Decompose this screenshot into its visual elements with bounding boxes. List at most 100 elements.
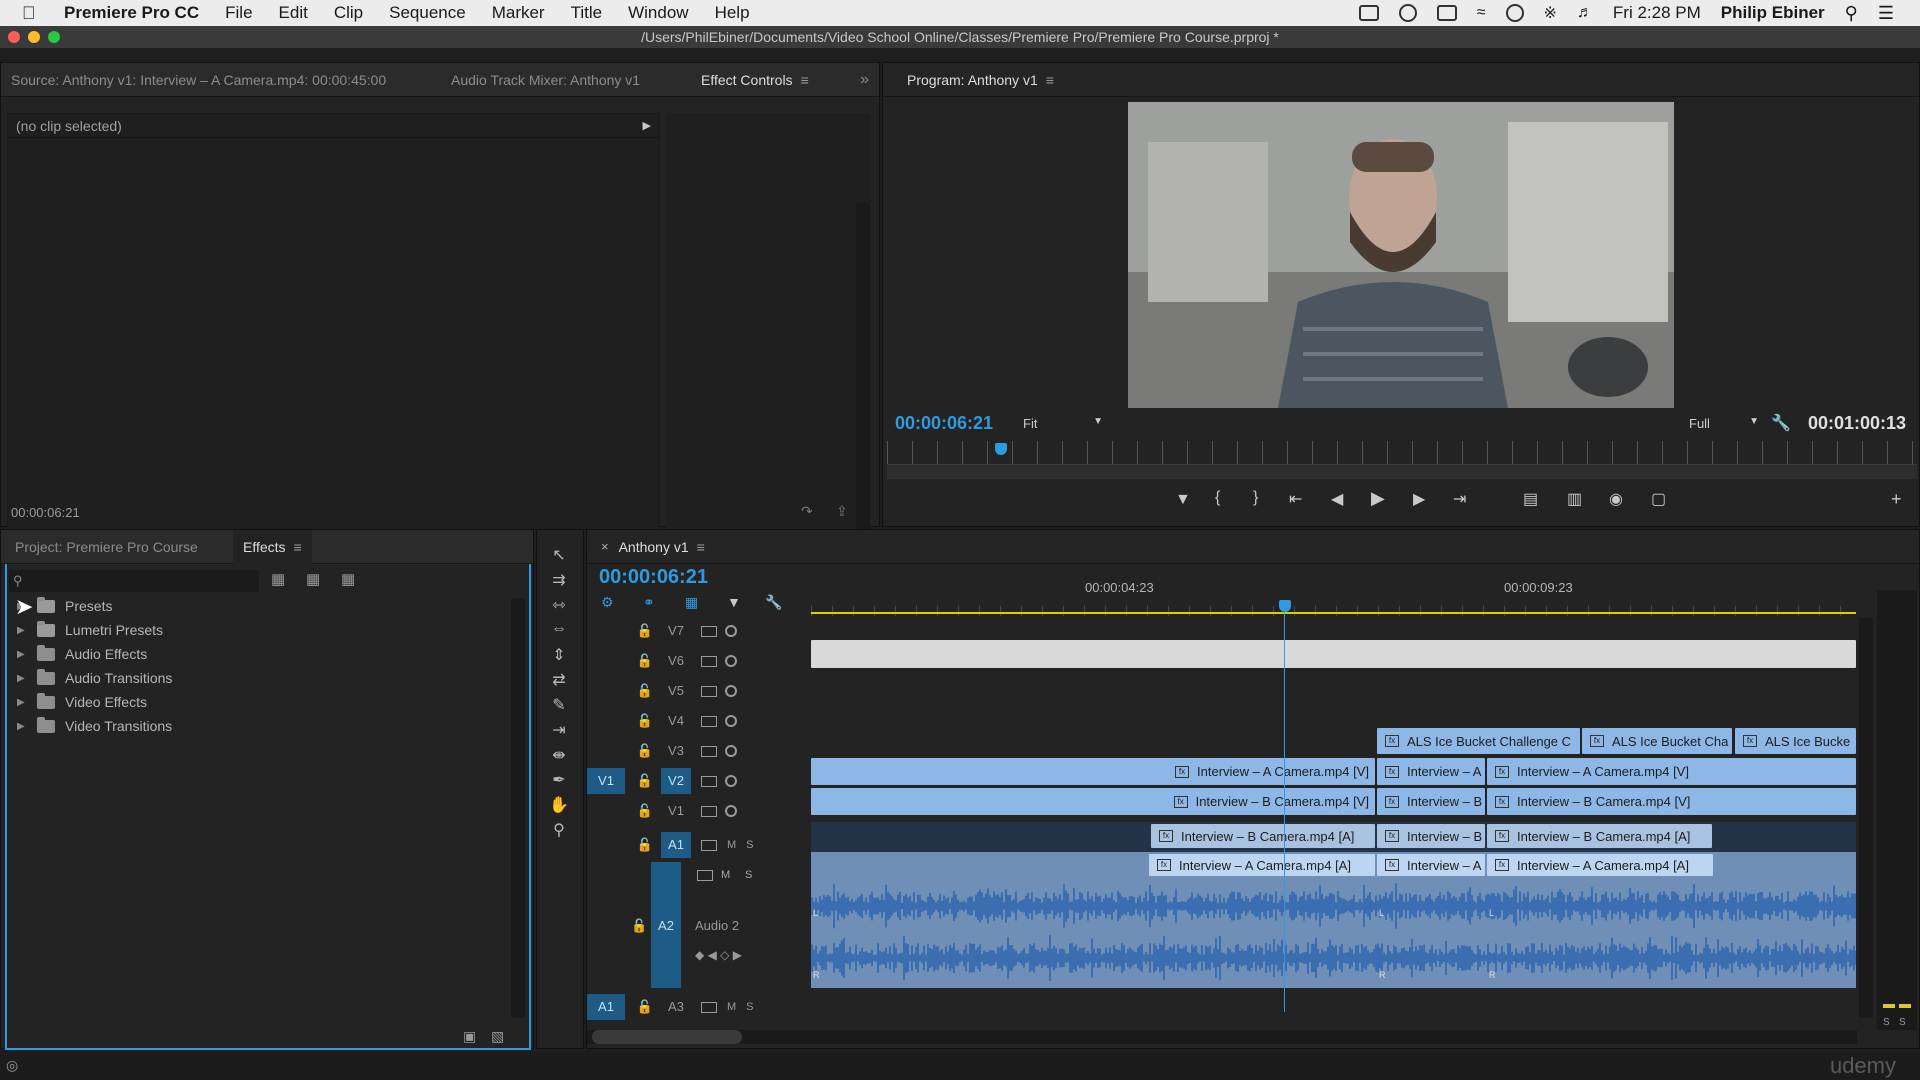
tree-item-lumetri-presets[interactable]: ▶ Lumetri Presets: [5, 618, 510, 642]
button-editor-plus-icon[interactable]: +: [1891, 489, 1902, 510]
play-icon[interactable]: ▶: [1371, 488, 1385, 509]
airplay-icon[interactable]: [1436, 5, 1457, 21]
a1-clip[interactable]: fx Interview – B Camera.mp4 [A]: [1487, 824, 1712, 848]
timeline-menu-icon[interactable]: ≡: [697, 530, 705, 564]
timeline-playhead-handle[interactable]: [1279, 600, 1291, 612]
time-machine-icon[interactable]: [1505, 4, 1524, 22]
mute-button[interactable]: M: [721, 869, 730, 881]
app-name-menu[interactable]: Premiere Pro CC: [64, 3, 199, 23]
eye-icon[interactable]: [725, 715, 737, 727]
v3-clip[interactable]: fx ALS Ice Bucket Cha: [1582, 728, 1732, 754]
32bit-effects-icon[interactable]: ▦: [306, 570, 320, 588]
tab-effect-controls[interactable]: Effect Controls ≡: [691, 63, 831, 97]
lock-icon[interactable]: 🔓: [635, 773, 655, 789]
sync-lock-icon[interactable]: [701, 1001, 717, 1013]
eye-icon[interactable]: [725, 625, 737, 637]
track-name-a3[interactable]: A3: [661, 994, 691, 1020]
mute-button[interactable]: M: [727, 839, 736, 851]
menu-marker[interactable]: Marker: [492, 3, 545, 23]
timeline-vertical-scrollbar[interactable]: [1859, 618, 1873, 1018]
close-sequence-icon[interactable]: ×: [601, 539, 609, 554]
nest-sequences-icon[interactable]: ⚙: [601, 594, 614, 611]
expand-triangle-icon[interactable]: ▶: [17, 697, 27, 708]
spotlight-search-icon[interactable]: ⚲: [1845, 3, 1858, 24]
rate-stretch-tool-icon[interactable]: ⇕: [546, 645, 572, 667]
source-patch-v1[interactable]: V1: [587, 768, 625, 794]
status-indicator-icon[interactable]: ◎: [6, 1057, 18, 1074]
hand-tool-icon[interactable]: ✋: [546, 795, 572, 817]
source-patch-empty[interactable]: [587, 648, 625, 674]
sync-lock-icon[interactable]: [701, 625, 717, 637]
snap-icon[interactable]: ⚭: [643, 594, 655, 611]
source-patch-a1[interactable]: A1: [587, 994, 625, 1020]
v6-clip[interactable]: [811, 640, 1856, 668]
program-panel-menu-icon[interactable]: ≡: [1046, 63, 1054, 97]
lock-icon[interactable]: 🔓: [635, 837, 655, 853]
track-name-v4[interactable]: V4: [661, 708, 691, 734]
zoom-window-button[interactable]: [48, 31, 60, 43]
effects-panel-menu-icon[interactable]: ≡: [294, 530, 302, 564]
tree-item-audio-effects[interactable]: ▶ Audio Effects: [5, 642, 510, 666]
menubar-user[interactable]: Philip Ebiner: [1721, 3, 1825, 23]
menu-title[interactable]: Title: [571, 3, 603, 23]
tab-effects[interactable]: Effects ≡: [233, 529, 312, 564]
menu-help[interactable]: Help: [715, 3, 750, 23]
tab-sequence[interactable]: Anthony v1 ≡: [609, 530, 715, 564]
program-playhead[interactable]: [995, 443, 1007, 455]
creative-cloud-icon[interactable]: [1398, 4, 1417, 22]
notification-center-icon[interactable]: ☰: [1878, 3, 1894, 24]
a2-clip[interactable]: fx Interview – A: [1377, 854, 1485, 876]
lock-icon[interactable]: 🔓: [635, 623, 655, 639]
yuv-effects-icon[interactable]: ▦: [341, 570, 355, 588]
sync-lock-icon[interactable]: [701, 775, 717, 787]
slide-tool-icon[interactable]: ⇼: [546, 745, 572, 767]
timeline-scroll-thumb[interactable]: [592, 1030, 742, 1044]
mute-button[interactable]: M: [727, 1001, 736, 1013]
track-select-tool-icon[interactable]: ⇉: [546, 570, 572, 592]
menu-file[interactable]: File: [225, 3, 252, 23]
lock-icon[interactable]: 🔓: [631, 918, 647, 934]
wifi-icon[interactable]: ≈: [1477, 4, 1486, 22]
pen-tool-icon[interactable]: ✒: [546, 770, 572, 792]
meter-solo-right[interactable]: S: [1899, 1017, 1906, 1028]
solo-button[interactable]: S: [746, 1001, 753, 1013]
menu-sequence[interactable]: Sequence: [389, 3, 466, 23]
expand-triangle-icon[interactable]: ▶: [17, 649, 27, 660]
v1-clip[interactable]: fx Interview – B Camera.mp4 [V]: [811, 788, 1375, 815]
lock-icon[interactable]: 🔓: [635, 683, 655, 699]
source-patch-empty[interactable]: [587, 678, 625, 704]
keyframe-nav-icon[interactable]: ◆ ◀ ◇ ▶: [695, 948, 742, 962]
go-to-in-icon[interactable]: ⇤: [1289, 489, 1302, 509]
track-name-v1[interactable]: V1: [661, 798, 691, 824]
rolling-edit-tool-icon[interactable]: ⇔: [546, 620, 572, 642]
safe-margins-icon[interactable]: ▢: [1651, 489, 1666, 509]
track-name-v6[interactable]: V6: [661, 648, 691, 674]
source-patch-empty[interactable]: [587, 798, 625, 824]
go-to-out-icon[interactable]: ⇥: [1453, 489, 1466, 509]
source-patch-empty[interactable]: [587, 738, 625, 764]
track-name-v5[interactable]: V5: [661, 678, 691, 704]
eye-icon[interactable]: [725, 685, 737, 697]
v2-clip[interactable]: fx Interview – A Camera.mp4 [V]: [811, 758, 1375, 785]
timeline-settings-icon[interactable]: 🔧: [765, 594, 782, 611]
linked-selection-icon[interactable]: ▦: [685, 594, 698, 611]
sync-lock-icon[interactable]: [701, 745, 717, 757]
program-video-frame[interactable]: [1128, 102, 1674, 408]
expand-arrow-icon[interactable]: ▶: [643, 114, 651, 137]
tree-item-presets[interactable]: ▶ Presets: [5, 594, 510, 618]
menu-edit[interactable]: Edit: [279, 3, 308, 23]
close-window-button[interactable]: [8, 31, 20, 43]
a2-clip[interactable]: fx Interview – A Camera.mp4 [A]: [1149, 854, 1375, 876]
tree-item-video-effects[interactable]: ▶ Video Effects: [5, 690, 510, 714]
lock-icon[interactable]: 🔓: [635, 999, 655, 1015]
sync-lock-icon[interactable]: [701, 685, 717, 697]
a1-clip[interactable]: fx Interview – B Camera.mp4 [A]: [1151, 824, 1375, 848]
menu-window[interactable]: Window: [628, 3, 688, 23]
eye-icon[interactable]: [725, 655, 737, 667]
track-name-a2[interactable]: A2: [651, 918, 681, 933]
tree-item-video-transitions[interactable]: ▶ Video Transitions: [5, 714, 510, 738]
delete-icon[interactable]: ▧: [491, 1028, 504, 1045]
mark-in-icon[interactable]: {: [1215, 489, 1220, 507]
audio2-track-label[interactable]: Audio 2: [695, 918, 739, 933]
add-marker-timeline-icon[interactable]: ▼: [727, 594, 741, 610]
